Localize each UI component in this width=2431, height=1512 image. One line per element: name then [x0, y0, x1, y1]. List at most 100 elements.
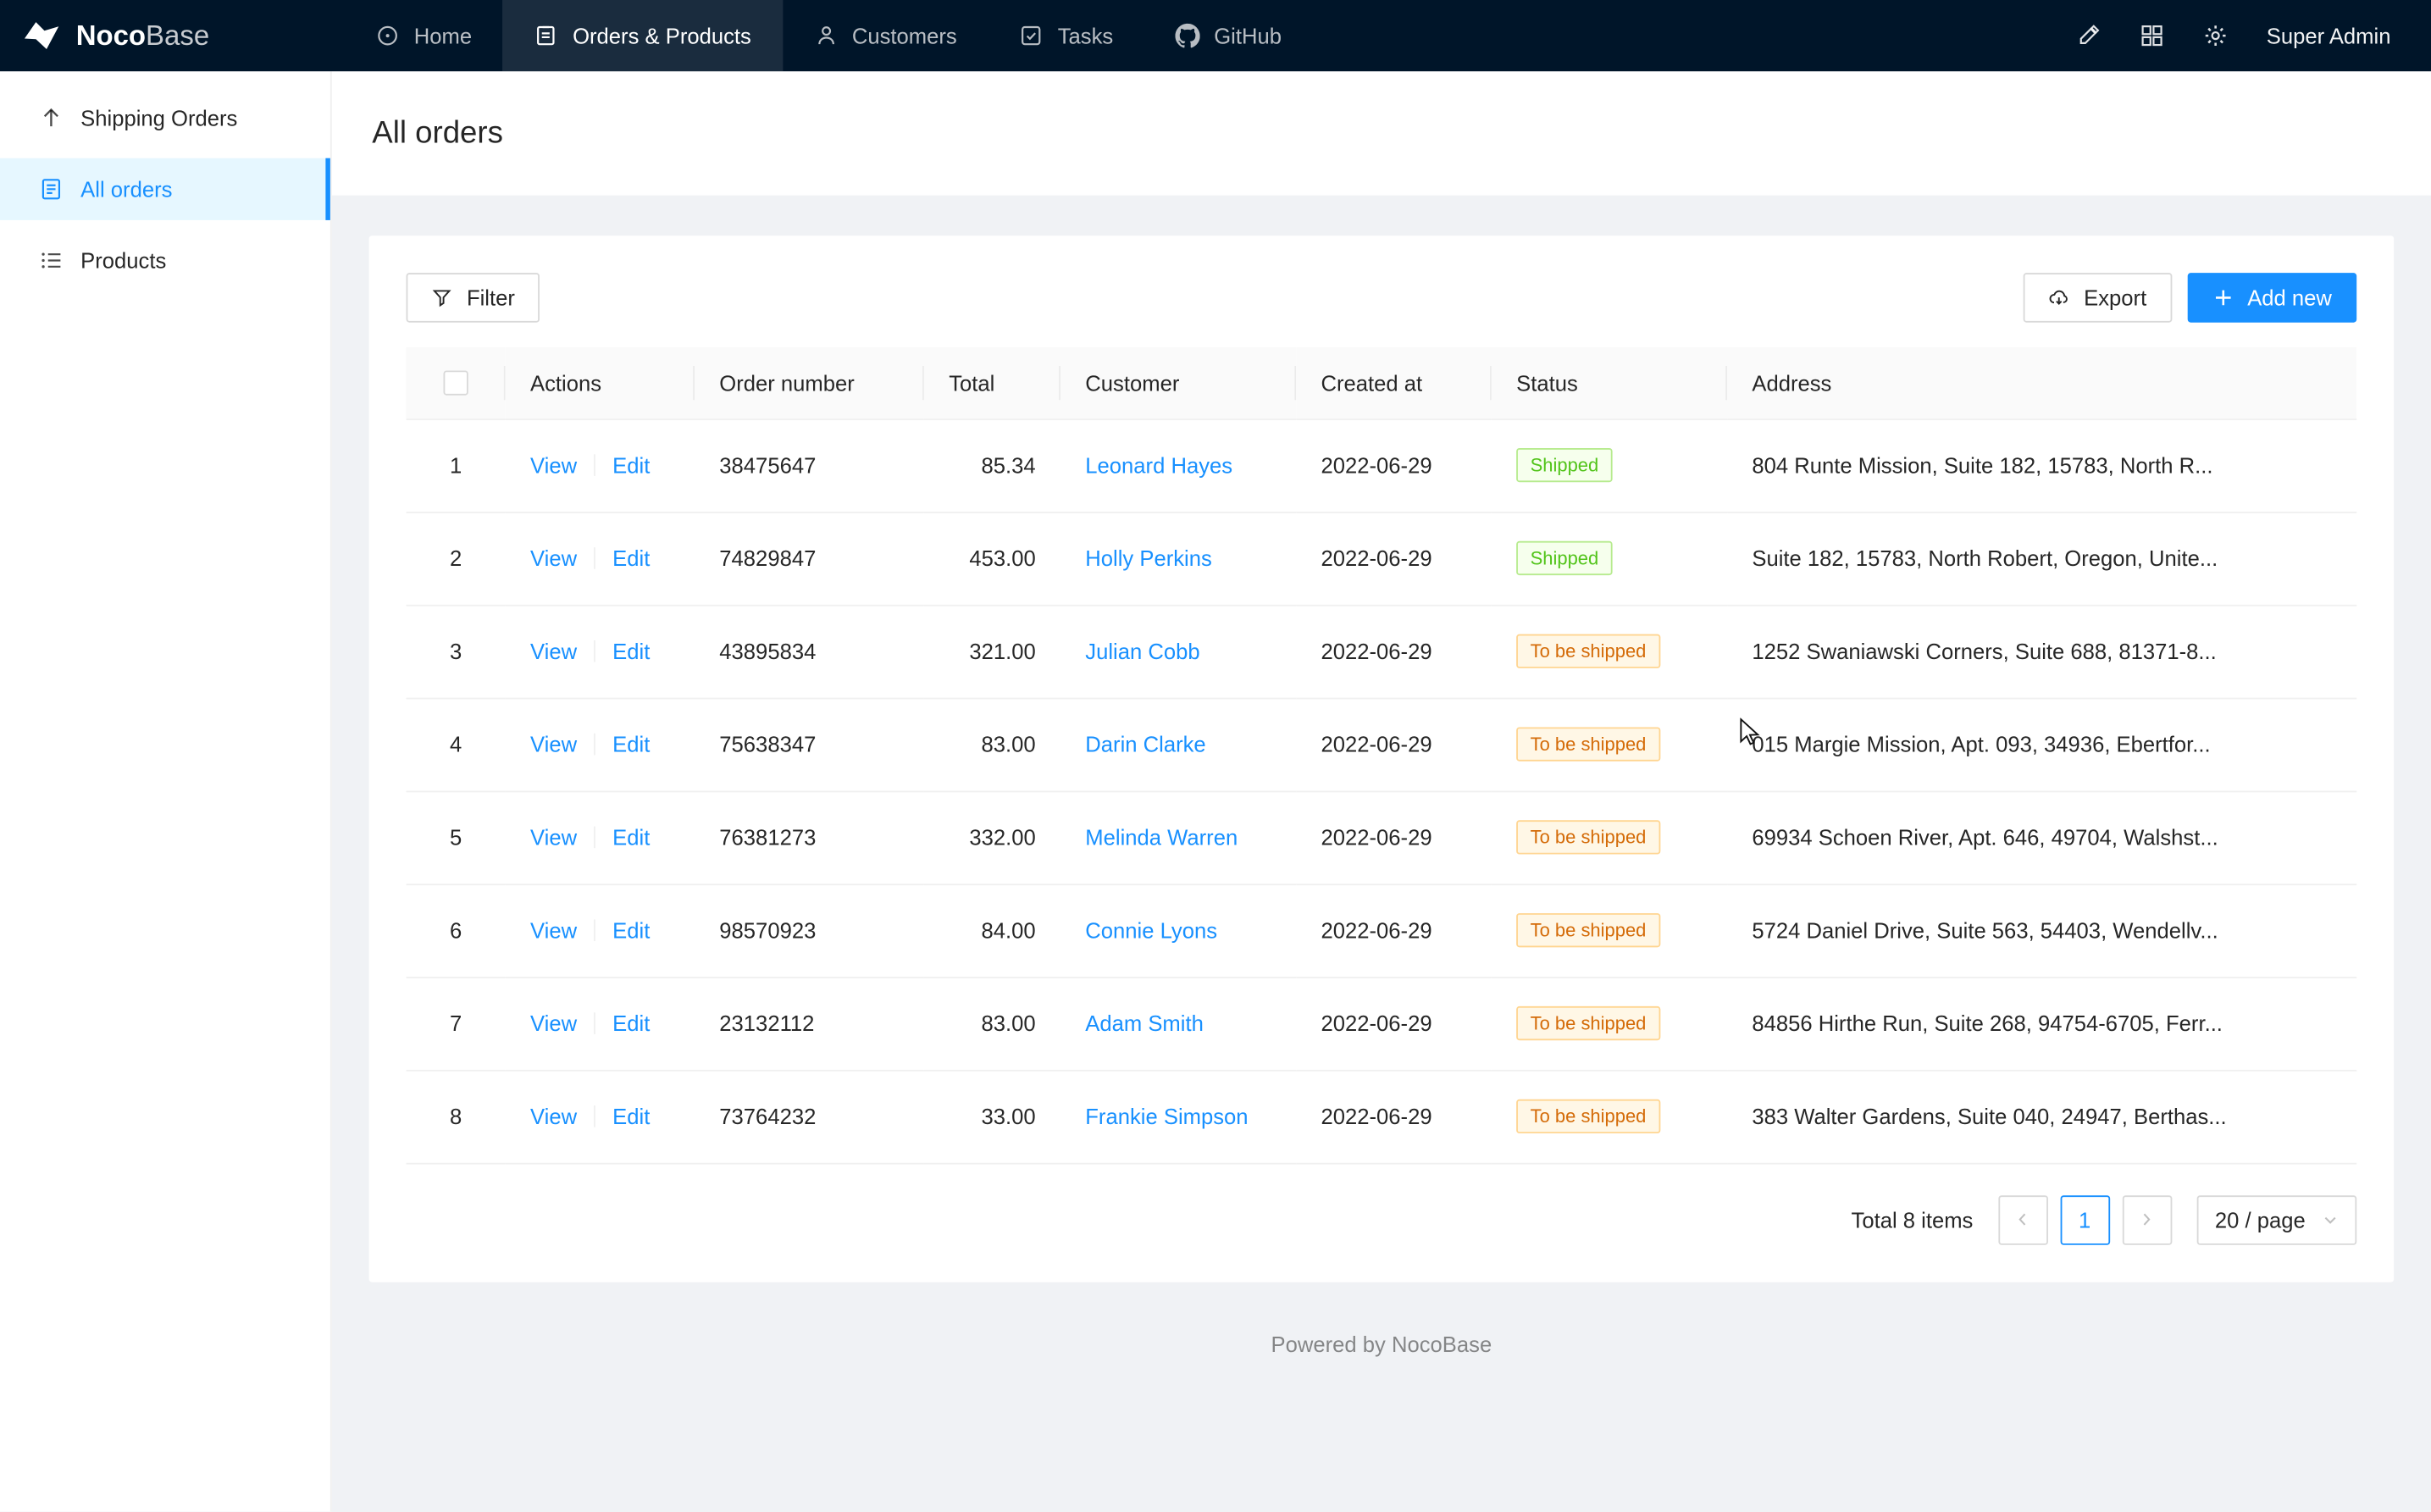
view-link[interactable]: View [530, 639, 577, 663]
cell-actions: View Edit [506, 605, 695, 698]
customer-link[interactable]: Frankie Simpson [1085, 1104, 1248, 1128]
view-link[interactable]: View [530, 452, 577, 477]
grid-icon[interactable] [2140, 23, 2164, 47]
column-header-created-at: Created at [1296, 347, 1492, 418]
chevron-left-icon [2014, 1211, 2031, 1228]
cell-status: Shipped [1492, 418, 1727, 512]
edit-link[interactable]: Edit [612, 732, 650, 756]
cell-status: To be shipped [1492, 605, 1727, 698]
edit-link[interactable]: Edit [612, 918, 650, 943]
status-badge: To be shipped [1516, 1099, 1660, 1133]
row-index: 6 [450, 918, 462, 943]
action-divider [594, 640, 595, 662]
app-root: NocoBase Home Orders & Products Customer… [0, 0, 2431, 1512]
customer-link[interactable]: Leonard Hayes [1085, 452, 1232, 477]
orders-table: Actions Order number Total Customer Crea… [407, 347, 2357, 1164]
cell-address: Suite 182, 15783, North Robert, Oregon, … [1727, 512, 2356, 605]
customer-link[interactable]: Julian Cobb [1085, 639, 1199, 663]
brand: NocoBase [0, 0, 332, 71]
customer-link[interactable]: Holly Perkins [1085, 546, 1212, 570]
list-icon [39, 248, 64, 273]
pagination-total: Total 8 items [1852, 1207, 1974, 1232]
cell-address: 69934 Schoen River, Apt. 646, 49704, Wal… [1727, 791, 2356, 884]
next-page-button[interactable] [2122, 1194, 2172, 1244]
row-index: 5 [450, 825, 462, 850]
customer-link[interactable]: Adam Smith [1085, 1011, 1204, 1035]
cell-created-at: 2022-06-29 [1296, 1070, 1492, 1163]
row-index: 7 [450, 1011, 462, 1035]
add-new-button[interactable]: Add new [2187, 273, 2356, 323]
row-index: 2 [450, 546, 462, 570]
select-all-checkbox[interactable] [443, 371, 468, 396]
highlighter-icon[interactable] [2076, 23, 2101, 47]
page-size-select[interactable]: 20 / page [2196, 1194, 2356, 1244]
cell-actions: View Edit [506, 698, 695, 791]
view-link[interactable]: View [530, 825, 577, 850]
edit-link[interactable]: Edit [612, 546, 650, 570]
github-icon [1175, 23, 1199, 47]
cell-total: 83.00 [924, 698, 1060, 791]
cell-order-number: 98570923 [695, 883, 924, 977]
customer-link[interactable]: Connie Lyons [1085, 918, 1217, 943]
nav-item-orders-products[interactable]: Orders & Products [503, 0, 783, 71]
row-index: 8 [450, 1104, 462, 1128]
customers-icon [813, 23, 838, 47]
cell-address: 383 Walter Gardens, Suite 040, 24947, Be… [1727, 1070, 2356, 1163]
table-row: 5 ViewEdit 76381273 332.00 Melinda Warre… [407, 791, 2357, 884]
prev-page-button[interactable] [1998, 1194, 2048, 1244]
cell-customer: Julian Cobb [1060, 605, 1296, 698]
cell-created-at: 2022-06-29 [1296, 883, 1492, 977]
cell-customer: Frankie Simpson [1060, 1070, 1296, 1163]
cell-address: 804 Runte Mission, Suite 182, 15783, Nor… [1727, 418, 2356, 512]
cell-created-at: 2022-06-29 [1296, 977, 1492, 1070]
table-header: Actions Order number Total Customer Crea… [407, 347, 2357, 418]
edit-link[interactable]: Edit [612, 639, 650, 663]
export-button[interactable]: Export [2024, 273, 2172, 323]
nav-item-home[interactable]: Home [344, 0, 502, 71]
edit-link[interactable]: Edit [612, 452, 650, 477]
sidebar-item-shipping-orders[interactable]: Shipping Orders [0, 87, 330, 149]
main-area: All orders Filter [332, 71, 2431, 1511]
filter-button[interactable]: Filter [407, 273, 540, 323]
page-number-button[interactable]: 1 [2060, 1194, 2110, 1244]
column-header-total: Total [924, 347, 1060, 418]
view-link[interactable]: View [530, 918, 577, 943]
status-badge: To be shipped [1516, 727, 1660, 761]
cell-total: 321.00 [924, 605, 1060, 698]
cell-address: 015 Margie Mission, Apt. 093, 34936, Ebe… [1727, 698, 2356, 791]
nav-item-customers[interactable]: Customers [782, 0, 988, 71]
customer-link[interactable]: Melinda Warren [1085, 825, 1238, 850]
nav-item-tasks[interactable]: Tasks [988, 0, 1144, 71]
powered-by-footer: Powered by NocoBase [369, 1282, 2395, 1390]
view-link[interactable]: View [530, 1011, 577, 1035]
cell-customer: Darin Clarke [1060, 698, 1296, 791]
brand-name: NocoBase [76, 19, 209, 52]
cell-total: 332.00 [924, 791, 1060, 884]
edit-link[interactable]: Edit [612, 1011, 650, 1035]
cell-customer: Connie Lyons [1060, 883, 1296, 977]
edit-link[interactable]: Edit [612, 825, 650, 850]
chevron-down-icon [2323, 1211, 2338, 1227]
table-row: 8 ViewEdit 73764232 33.00 Frankie Simpso… [407, 1070, 2357, 1163]
customer-link[interactable]: Darin Clarke [1085, 732, 1205, 756]
gear-icon[interactable] [2203, 23, 2228, 47]
table-row: 3 ViewEdit 43895834 321.00 Julian Cobb 2… [407, 605, 2357, 698]
status-badge: To be shipped [1516, 1006, 1660, 1040]
cell-actions: View Edit [506, 791, 695, 884]
view-link[interactable]: View [530, 546, 577, 570]
view-link[interactable]: View [530, 732, 577, 756]
home-icon [375, 23, 400, 47]
cell-total: 84.00 [924, 883, 1060, 977]
cell-order-number: 73764232 [695, 1070, 924, 1163]
edit-link[interactable]: Edit [612, 1104, 650, 1128]
table-row: 2 ViewEdit 74829847 453.00 Holly Perkins… [407, 512, 2357, 605]
cell-customer: Melinda Warren [1060, 791, 1296, 884]
cell-customer: Leonard Hayes [1060, 418, 1296, 512]
user-menu[interactable]: Super Admin [2267, 23, 2391, 47]
view-link[interactable]: View [530, 1104, 577, 1128]
page-size-value: 20 / page [2215, 1207, 2306, 1232]
sidebar-item-all-orders[interactable]: All orders [0, 158, 330, 220]
cell-created-at: 2022-06-29 [1296, 605, 1492, 698]
nav-item-github[interactable]: GitHub [1144, 0, 1313, 71]
sidebar-item-products[interactable]: Products [0, 230, 330, 291]
